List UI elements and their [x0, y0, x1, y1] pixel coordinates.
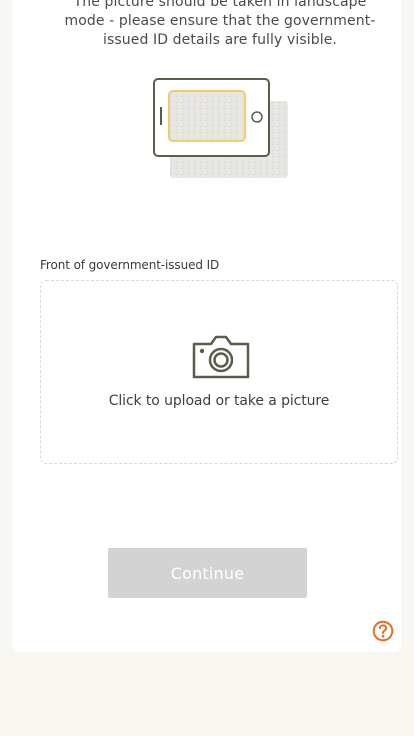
- front-id-upload-area[interactable]: Click to upload or take a picture: [40, 280, 398, 464]
- landscape-instructions: The picture should be taken in landscape…: [64, 0, 376, 48]
- camera-icon: [192, 335, 250, 379]
- continue-button[interactable]: Continue: [108, 548, 307, 598]
- upload-prompt: Click to upload or take a picture: [108, 393, 330, 409]
- landscape-phone-id-icon: [153, 78, 288, 178]
- help-button[interactable]: [372, 620, 394, 642]
- front-id-label: Front of government-issued ID: [40, 258, 220, 272]
